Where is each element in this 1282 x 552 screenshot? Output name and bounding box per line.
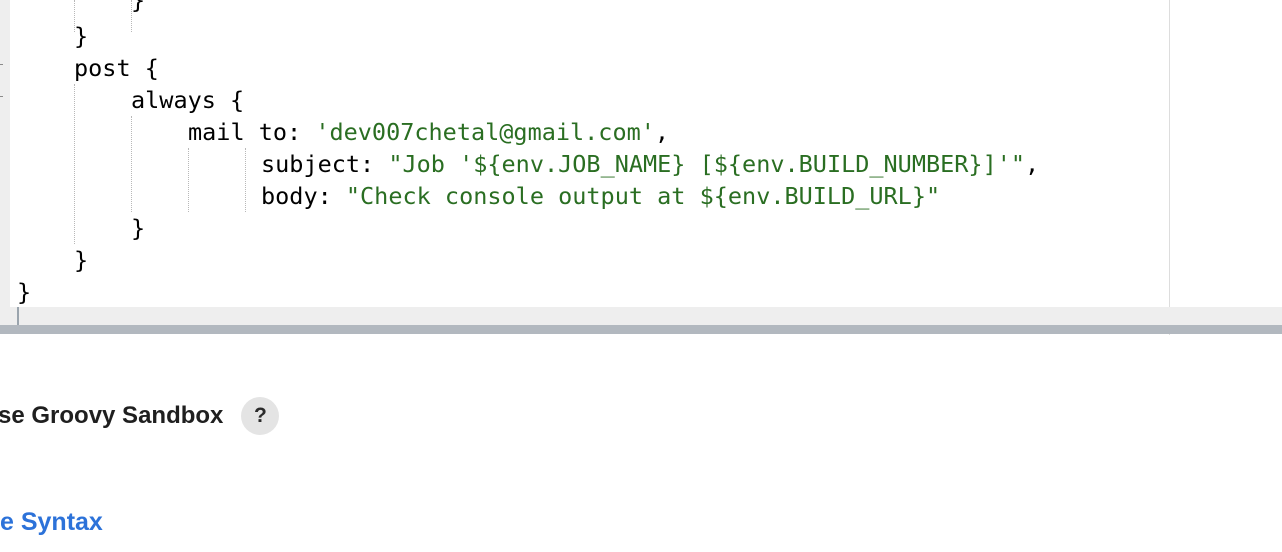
code-token: ,: [654, 118, 670, 146]
code-line: }: [17, 276, 31, 308]
code-line: body: "Check console output at ${env.BUI…: [261, 180, 940, 212]
code-string-literal: "Check console output at ${env.BUILD_URL…: [345, 182, 941, 210]
code-line: }: [74, 244, 88, 276]
code-string-literal: 'dev007chetal@gmail.com': [315, 118, 655, 146]
editor-resize-handle[interactable]: [0, 325, 1282, 334]
code-token: mail to:: [188, 118, 316, 146]
code-line: }: [131, 0, 145, 16]
indent-guide: [188, 148, 189, 212]
code-token: }: [131, 214, 146, 242]
groovy-sandbox-row: se Groovy Sandbox ?: [0, 394, 280, 438]
code-token: }: [131, 0, 146, 14]
pipeline-script-editor[interactable]: } } post { always { mail to: 'dev007chet…: [0, 0, 1282, 335]
code-token: }: [74, 246, 89, 274]
code-token: }: [74, 22, 89, 50]
code-token: post {: [74, 54, 159, 82]
code-content[interactable]: } } post { always { mail to: 'dev007chet…: [0, 0, 1039, 335]
code-token: always {: [131, 86, 245, 114]
groovy-sandbox-label[interactable]: se Groovy Sandbox: [0, 402, 223, 430]
code-line: }: [74, 20, 88, 52]
indent-guide: [74, 84, 75, 244]
text-cursor: [17, 307, 19, 325]
help-icon[interactable]: ?: [241, 397, 280, 435]
pipeline-syntax-link[interactable]: e Syntax: [0, 508, 103, 537]
code-line: always {: [131, 84, 244, 116]
indent-guide: [131, 116, 132, 212]
code-line: mail to: 'dev007chetal@gmail.com',: [188, 116, 669, 148]
editor-horizontal-scrollbar[interactable]: [0, 307, 1282, 325]
code-line: }: [131, 212, 145, 244]
code-token: body:: [261, 182, 346, 210]
code-token: subject:: [261, 150, 389, 178]
indent-guide: [245, 148, 246, 212]
code-token: ,: [1025, 150, 1040, 178]
code-string-literal: "Job '${env.JOB_NAME} [${env.BUILD_NUMBE…: [388, 150, 1026, 178]
code-line: subject: "Job '${env.JOB_NAME} [${env.BU…: [261, 148, 1039, 180]
code-line: post {: [74, 52, 159, 84]
code-token: }: [17, 278, 32, 306]
editor-print-margin: [1169, 0, 1170, 335]
